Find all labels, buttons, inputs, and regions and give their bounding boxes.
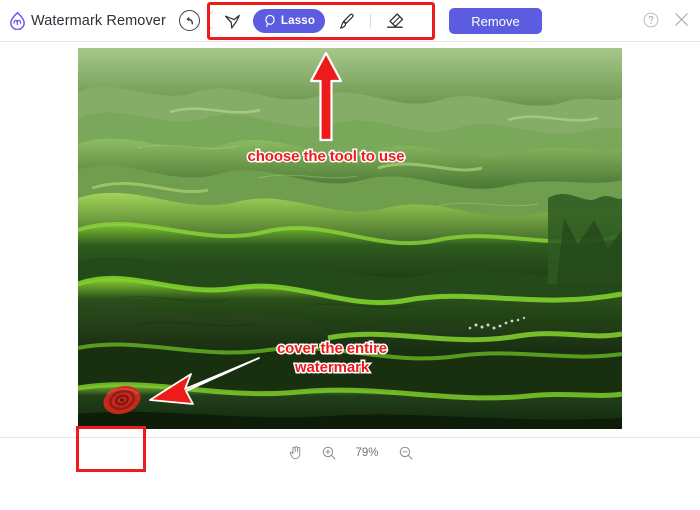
eraser-icon: [387, 13, 404, 28]
tool-selector-toolbar[interactable]: Lasso: [213, 8, 429, 34]
zoom-in-button[interactable]: [321, 445, 337, 461]
red-selection-box: [76, 426, 146, 472]
image-canvas-area[interactable]: choose the tool to use cover the entire …: [0, 42, 700, 472]
app-header: Watermark Remover Lasso Remove: [0, 0, 700, 42]
droplet-wave-logo: [10, 11, 25, 30]
zoom-out-icon: [399, 446, 413, 460]
photo-image[interactable]: [78, 48, 622, 429]
brand: Watermark Remover: [8, 11, 166, 30]
hand-pan-tool[interactable]: [287, 444, 304, 461]
page-title: Watermark Remover: [31, 12, 166, 29]
brush-icon: [339, 13, 354, 29]
eraser-tool[interactable]: [376, 8, 414, 34]
zoom-level-label: 79%: [355, 446, 379, 459]
close-x-icon[interactable]: [672, 10, 691, 29]
undo-arrow-icon: [186, 16, 193, 25]
zoom-out-button[interactable]: [398, 445, 414, 461]
watermark-remover-window: Watermark Remover Lasso Remove choose th…: [0, 0, 700, 510]
lasso-tool[interactable]: Lasso: [253, 9, 325, 33]
undo-button[interactable]: [178, 10, 200, 31]
header-right-icons: [642, 10, 691, 29]
toolbar-divider: [370, 14, 371, 28]
lasso-tool-label: Lasso: [280, 15, 316, 27]
hand-pan-icon: [289, 446, 300, 460]
remove-button[interactable]: Remove: [449, 8, 542, 34]
question-mark-circle-icon[interactable]: [642, 11, 660, 29]
polygon-tool[interactable]: [213, 8, 251, 34]
polygon-lasso-icon: [224, 14, 240, 29]
green-rolling-hills-photo: [78, 48, 622, 429]
lasso-icon: [265, 14, 275, 28]
zoom-in-icon: [322, 446, 336, 460]
brush-tool[interactable]: [327, 8, 365, 34]
app-footer: New Image Crop & Save Save: [0, 467, 700, 510]
